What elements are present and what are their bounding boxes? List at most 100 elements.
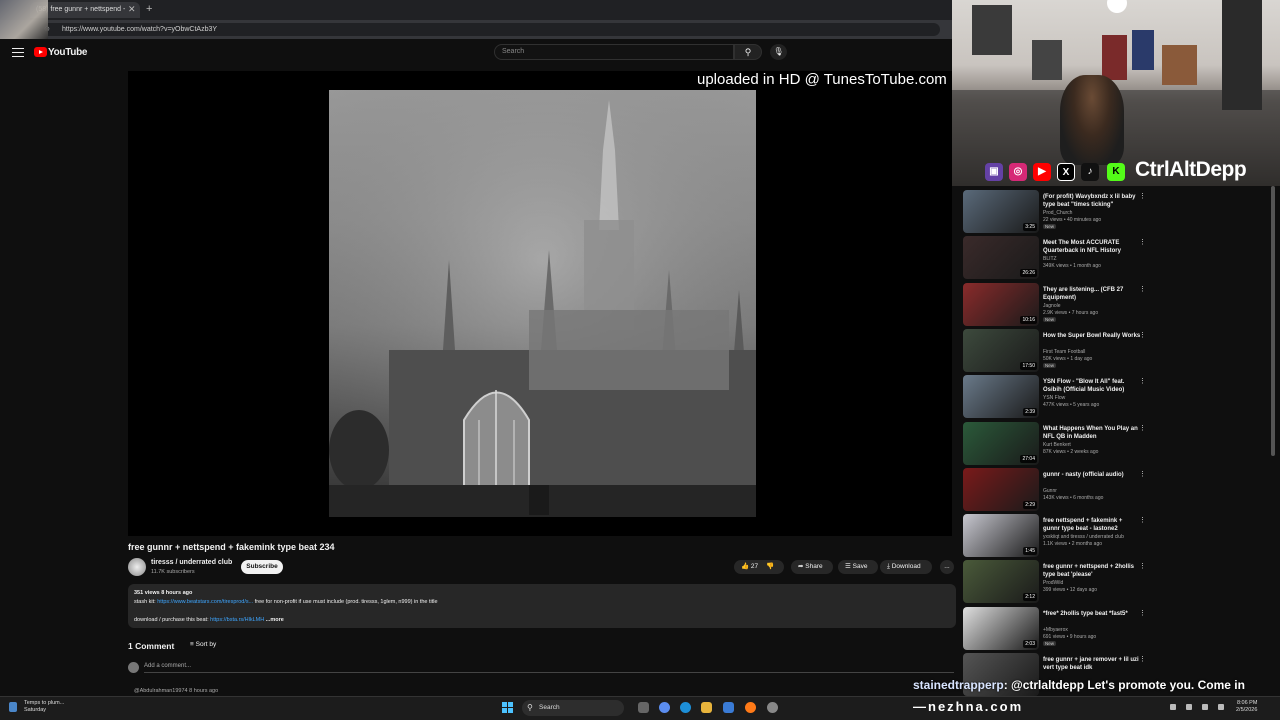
tray-chevron-icon[interactable] <box>1170 704 1176 710</box>
video-title[interactable]: free nettspend + fakemink + gunnr type b… <box>1043 517 1141 533</box>
video-channel[interactable]: YSN Flow <box>1043 395 1065 401</box>
video-channel[interactable]: yxskiiqt and tiresss / underrated club <box>1043 534 1124 540</box>
channel-avatar[interactable] <box>128 558 146 576</box>
video-menu-icon[interactable]: ⋮ <box>1139 609 1146 617</box>
video-menu-icon[interactable]: ⋮ <box>1139 192 1146 200</box>
description-box[interactable]: 351 views 8 hours ago stash kit: https:/… <box>128 584 956 628</box>
tray-app-icon[interactable] <box>1186 704 1192 710</box>
video-thumbnail[interactable]: 2:39 <box>963 375 1039 419</box>
channel-name[interactable]: tiresss / underrated club <box>151 559 232 566</box>
video-menu-icon[interactable]: ⋮ <box>1139 424 1146 432</box>
video-thumbnail[interactable]: 3:25 <box>963 190 1039 233</box>
video-title[interactable]: How the Super Bowl Really Works <box>1043 332 1141 340</box>
video-thumbnail[interactable]: 2:29 <box>963 467 1039 511</box>
microphone-icon[interactable]: 🎙 <box>770 44 787 60</box>
recommended-video[interactable]: 27:04 What Happens When You Play an NFL Q… <box>963 421 1268 468</box>
video-meta: 87K views • 2 weeks ago <box>1043 448 1099 455</box>
add-comment-input[interactable]: Add a comment... <box>144 663 954 673</box>
store-icon[interactable] <box>723 702 734 713</box>
comment-author[interactable]: @Abdulrahman19974 8 hours ago <box>134 688 218 694</box>
video-channel[interactable]: Jagnole <box>1043 303 1061 309</box>
youtube-logo-icon[interactable] <box>34 47 47 57</box>
subscribe-button[interactable]: Subscribe <box>241 560 283 574</box>
video-menu-icon[interactable]: ⋮ <box>1139 377 1146 385</box>
task-view-icon[interactable] <box>638 702 649 713</box>
network-icon[interactable] <box>1202 704 1208 710</box>
firefox-icon[interactable] <box>745 702 756 713</box>
video-menu-icon[interactable]: ⋮ <box>1139 562 1146 570</box>
video-menu-icon[interactable]: ⋮ <box>1139 331 1146 339</box>
video-thumbnail[interactable]: 2:03 <box>963 606 1039 650</box>
recommended-video[interactable]: 1:45 free nettspend + fakemink + gunnr ty… <box>963 514 1268 560</box>
video-thumbnail[interactable]: 26:26 <box>963 236 1039 280</box>
copilot-icon[interactable] <box>659 702 670 713</box>
stash-kit-link[interactable]: https://www.beatstars.com/tiresprod/s... <box>157 599 253 605</box>
video-channel[interactable]: BLITZ <box>1043 256 1057 262</box>
save-button[interactable]: ☰ Save <box>838 560 878 574</box>
video-title[interactable]: gunnr - nasty (official audio) <box>1043 471 1141 479</box>
sort-by-button[interactable]: ≡ Sort by <box>190 641 216 648</box>
search-icon[interactable]: ⚲ <box>734 44 762 60</box>
video-channel[interactable]: Prod_Church <box>1043 210 1072 216</box>
video-menu-icon[interactable]: ⋮ <box>1139 285 1146 293</box>
video-thumbnail[interactable]: 1:45 <box>963 514 1039 558</box>
x-icon: X <box>1057 163 1075 181</box>
recommended-video[interactable]: 2:29 gunnr - nasty (official audio) Gunnr 1… <box>963 467 1268 514</box>
video-title[interactable]: They are listening... (CFB 27 Equipment) <box>1043 286 1141 302</box>
youtube-logo-text[interactable]: YouTube <box>48 47 88 58</box>
video-channel[interactable]: +Mbyaerox <box>1043 627 1068 633</box>
thumbs-up-icon[interactable]: 👍 <box>741 563 749 570</box>
recommended-video[interactable]: 3:25 (For profit) Wavybxndz x lil baby ty… <box>963 190 1268 236</box>
video-thumbnail[interactable]: 27:04 <box>963 421 1039 465</box>
video-menu-icon[interactable]: ⋮ <box>1139 516 1146 524</box>
file-explorer-icon[interactable] <box>701 702 712 713</box>
windows-start-icon[interactable] <box>502 702 513 713</box>
recommended-video[interactable]: 2:12 free gunnr + nettspend + 2hollis typ… <box>963 560 1268 606</box>
like-dislike-group[interactable]: 👍 27 👎 <box>734 560 784 574</box>
video-title[interactable]: *free* 2hollis type beat *fast5* <box>1043 610 1141 618</box>
video-channel[interactable]: Gunnr <box>1043 488 1057 494</box>
show-more-link[interactable]: ...more <box>264 617 284 623</box>
close-tab-icon[interactable]: ✕ <box>128 4 136 15</box>
recommended-video[interactable]: 26:26 Meet The Most ACCURATE Quarterback … <box>963 236 1268 282</box>
video-meta: 477K views • 5 years ago <box>1043 402 1100 409</box>
recommended-video[interactable]: 2:39 YSN Flow - "Blow It All" feat. Osibi… <box>963 375 1268 421</box>
video-title[interactable]: Meet The Most ACCURATE Quarterback in NF… <box>1043 239 1141 255</box>
search-input[interactable]: Search <box>494 44 734 60</box>
video-thumbnail[interactable]: 2:12 <box>963 560 1039 604</box>
hamburger-menu-icon[interactable] <box>12 45 24 59</box>
weather-icon[interactable] <box>9 702 17 712</box>
video-title[interactable]: YSN Flow - "Blow It All" feat. Osibih (O… <box>1043 378 1141 394</box>
scrollbar[interactable] <box>1271 186 1275 456</box>
taskbar-search-input[interactable]: Search <box>522 700 624 716</box>
share-button[interactable]: ➦ Share <box>791 560 833 574</box>
video-channel[interactable]: First Team Football <box>1043 349 1085 355</box>
weather-widget[interactable]: Temps to plum... Saturday <box>24 700 64 714</box>
video-channel[interactable]: ProdWild <box>1043 580 1063 586</box>
video-title[interactable]: free gunnr + jane remover + lil uzi vert… <box>1043 656 1141 672</box>
settings-icon[interactable] <box>767 702 778 713</box>
recommended-video[interactable]: 2:03 *free* 2hollis type beat *fast5* +Mby… <box>963 606 1268 653</box>
video-thumbnail[interactable]: 17:50 <box>963 328 1039 372</box>
video-menu-icon[interactable]: ⋮ <box>1139 238 1146 246</box>
video-title[interactable]: (For profit) Wavybxndz x lil baby type b… <box>1043 193 1141 209</box>
video-channel[interactable]: Kurt Benkert <box>1043 442 1071 448</box>
purchase-link[interactable]: https://bsta.rs/HlkLMH <box>210 617 264 623</box>
video-thumbnail[interactable]: 10:16 <box>963 282 1039 326</box>
video-title[interactable]: What Happens When You Play an NFL QB in … <box>1043 425 1141 441</box>
download-button[interactable]: ⤓ Download <box>880 560 932 574</box>
video-frame-cathedral[interactable] <box>329 90 756 517</box>
recommended-video[interactable]: 17:50 How the Super Bowl Really Works Firs… <box>963 328 1268 375</box>
more-actions-icon[interactable]: ... <box>940 560 954 574</box>
video-title[interactable]: free gunnr + nettspend + 2hollis type be… <box>1043 563 1141 579</box>
clock[interactable]: 8:06 PM 2/5/2026 <box>1236 700 1257 714</box>
url-field[interactable]: https://www.youtube.com/watch?v=yObwCtAz… <box>40 23 940 36</box>
video-menu-icon[interactable]: ⋮ <box>1139 470 1146 478</box>
video-menu-icon[interactable]: ⋮ <box>1139 655 1146 663</box>
thumbs-down-icon[interactable]: 👎 <box>766 563 774 570</box>
recommended-video[interactable]: 10:16 They are listening... (CFB 27 Equip… <box>963 282 1268 329</box>
recommended-video[interactable]: free gunnr + jane remover + lil uzi vert… <box>963 653 1268 699</box>
edge-icon[interactable] <box>680 702 691 713</box>
new-tab-icon[interactable]: + <box>146 3 152 15</box>
volume-icon[interactable] <box>1218 704 1224 710</box>
